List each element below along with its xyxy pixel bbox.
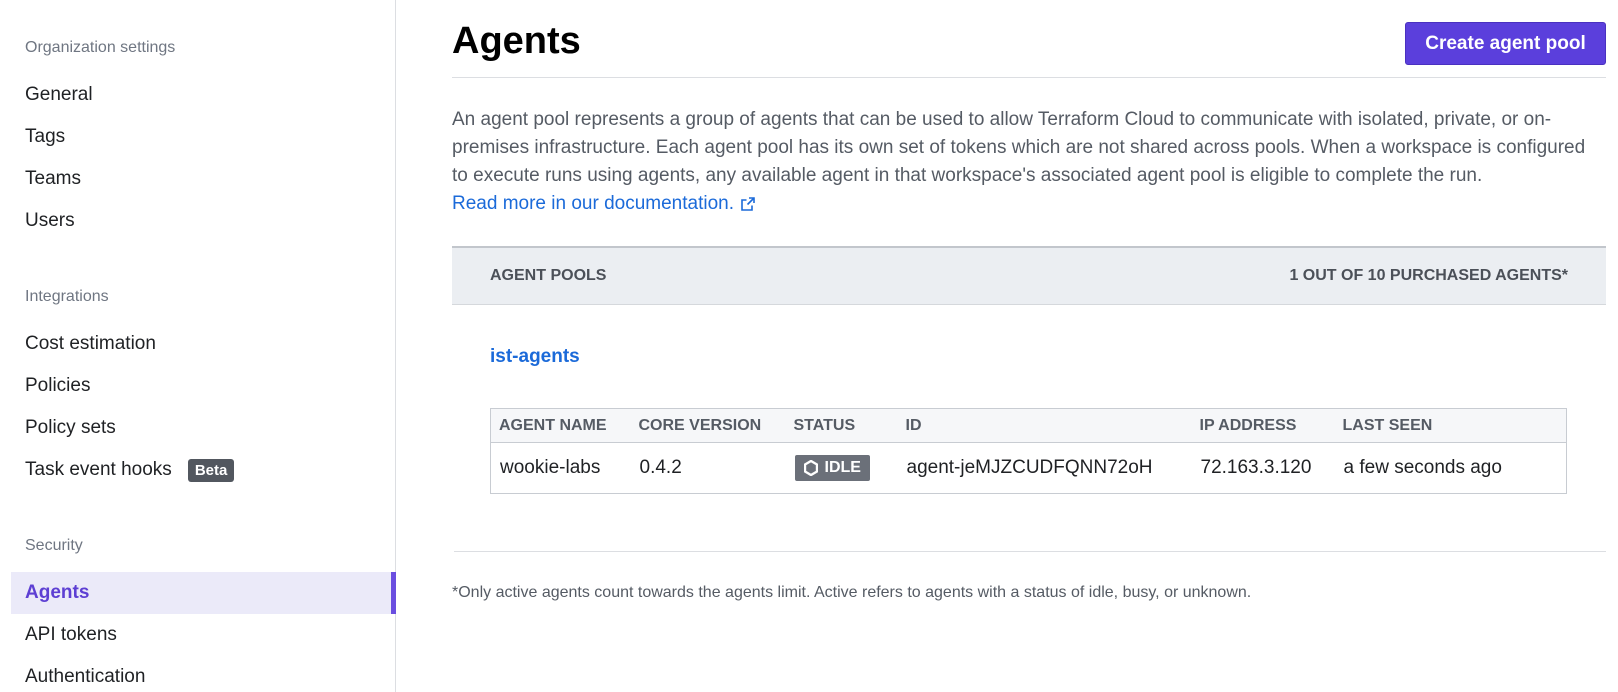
agent-pools-label: AGENT POOLS (490, 267, 607, 284)
status-badge: IDLE (794, 454, 870, 481)
sidebar-item-general[interactable]: General (11, 74, 396, 116)
column-status: STATUS (785, 408, 898, 443)
table-row: wookie-labs 0.4.2 IDLE agent-jeMJZCUDFQN… (491, 443, 1567, 494)
agents-table: AGENT NAME CORE VERSION STATUS ID IP ADD… (490, 408, 1567, 494)
main-content: Agents Create agent pool An agent pool r… (452, 0, 1606, 692)
section-label-security: Security (25, 537, 83, 554)
sidebar-item-api-tokens[interactable]: API tokens (11, 614, 396, 656)
sidebar-item-authentication[interactable]: Authentication (11, 656, 396, 692)
sidebar-item-policies[interactable]: Policies (11, 365, 396, 407)
sidebar-item-cost-estimation[interactable]: Cost estimation (11, 323, 396, 365)
sidebar-item-teams[interactable]: Teams (11, 158, 396, 200)
table-header-row: AGENT NAME CORE VERSION STATUS ID IP ADD… (490, 408, 1567, 443)
agents-limit-footnote: *Only active agents count towards the ag… (452, 584, 1252, 601)
sidebar-item-task-event-hooks[interactable]: Task event hooks Beta (11, 449, 396, 491)
status-cell: IDLE (786, 443, 898, 494)
last-seen-cell: a few seconds ago (1343, 457, 1502, 478)
sidebar-item-agents[interactable]: Agents (11, 572, 396, 614)
agent-name-cell: wookie-labs (500, 457, 601, 478)
column-id: ID (897, 408, 1192, 443)
documentation-link-label: Read more in our documentation. (452, 193, 734, 214)
description-text: An agent pool represents a group of agen… (452, 109, 1586, 186)
external-link-icon (741, 197, 755, 211)
page-title: Agents (452, 20, 581, 62)
agents-description: An agent pool represents a group of agen… (452, 106, 1606, 218)
agent-pools-header: AGENT POOLS 1 OUT OF 10 PURCHASED AGENTS… (452, 246, 1606, 305)
settings-sidebar: Organization settings General Tags Teams… (0, 0, 396, 692)
core-version-cell: 0.4.2 (639, 457, 682, 478)
section-divider (454, 551, 1606, 552)
app-layout: Organization settings General Tags Teams… (0, 0, 1618, 692)
section-label-integrations: Integrations (25, 288, 109, 305)
beta-badge: Beta (187, 458, 235, 482)
hexagon-icon (803, 459, 818, 476)
column-ip-address: IP ADDRESS (1191, 408, 1335, 443)
purchased-agents-count: 1 OUT OF 10 PURCHASED AGENTS* (1289, 267, 1568, 284)
title-divider (452, 77, 1606, 78)
column-core-version: CORE VERSION (630, 408, 786, 443)
create-agent-pool-button[interactable]: Create agent pool (1405, 22, 1606, 65)
status-label: IDLE (824, 458, 861, 476)
agent-id-cell: agent-jeMJZCUDFQNN72oH (906, 457, 1153, 478)
column-last-seen: LAST SEEN (1334, 408, 1567, 443)
column-agent-name: AGENT NAME (490, 408, 631, 443)
sidebar-item-label: Task event hooks (25, 459, 172, 480)
sidebar-item-tags[interactable]: Tags (11, 116, 396, 158)
section-label-organization: Organization settings (25, 39, 176, 56)
documentation-link[interactable]: Read more in our documentation. (452, 190, 756, 218)
agent-pool-link[interactable]: ist-agents (490, 346, 580, 368)
sidebar-item-policy-sets[interactable]: Policy sets (11, 407, 396, 449)
ip-address-cell: 72.163.3.120 (1200, 457, 1312, 478)
sidebar-item-users[interactable]: Users (11, 200, 396, 242)
